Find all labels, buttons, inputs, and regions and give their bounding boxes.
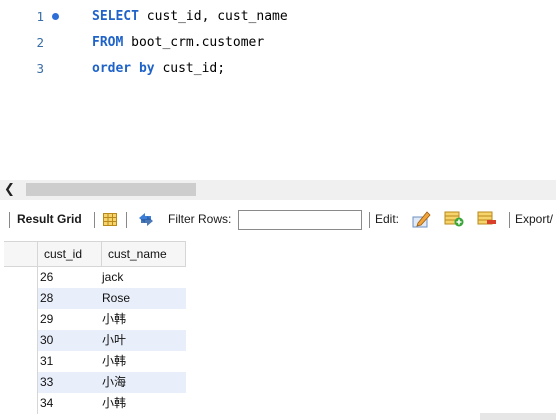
sql-keyword: SELECT [92,9,139,24]
cell-cust-name[interactable]: 小叶 [102,330,186,351]
cell-cust-id[interactable]: 26 [38,267,102,288]
filter-rows-label: Filter Rows: [168,212,232,226]
editor-line-2[interactable]: 2 FROM boot_crm.customer [0,32,556,54]
sql-text: cust_id, cust_name [138,9,288,24]
editor-line-3[interactable]: 3 order by cust_id; [0,58,556,80]
result-grid-tab[interactable]: Result Grid [17,203,82,235]
delete-row-icon[interactable] [477,211,497,227]
row-selector[interactable] [4,393,38,414]
refresh-arrows-icon[interactable] [137,212,155,227]
code-text[interactable]: FROM boot_crm.customer [92,32,264,54]
line-number: 3 [36,61,44,76]
toolbar-separator [509,212,510,228]
grid-header: cust_id cust_name [4,241,186,267]
table-row[interactable]: 26 jack [4,267,186,288]
cell-cust-id[interactable]: 34 [38,393,102,414]
row-selector[interactable] [4,309,38,330]
cell-cust-id[interactable]: 33 [38,372,102,393]
add-row-icon[interactable] [444,211,464,227]
code-text[interactable]: SELECT cust_id, cust_name [92,6,288,28]
cell-cust-id[interactable]: 28 [38,288,102,309]
grid-view-icon[interactable] [103,213,117,226]
cell-cust-id[interactable]: 31 [38,351,102,372]
line-number: 1 [36,9,44,24]
edit-label: Edit: [375,212,400,226]
grid-body: 26 jack 28 Rose 29 小韩 30 小叶 31 小韩 33 小海 [4,267,186,414]
cell-cust-name[interactable]: 小韩 [102,393,186,414]
sql-editor[interactable]: 1 SELECT cust_id, cust_name 2 FROM boot_… [0,0,556,178]
result-grid[interactable]: cust_id cust_name 26 jack 28 Rose 29 小韩 … [0,238,556,420]
cell-cust-name[interactable]: jack [102,267,186,288]
toolbar-separator [94,212,95,228]
edit-pencil-icon[interactable] [412,210,432,228]
table-row[interactable]: 29 小韩 [4,309,186,330]
cell-cust-id[interactable]: 29 [38,309,102,330]
chevron-left-icon[interactable]: ❮ [4,182,15,197]
execution-dot-icon [52,13,59,20]
row-selector[interactable] [4,330,38,351]
sql-keyword: order by [92,61,155,76]
editor-horizontal-scrollbar[interactable]: ❮ [0,180,556,200]
sql-keyword: FROM [92,35,124,50]
column-header-cust-id[interactable]: cust_id [38,242,102,266]
export-label[interactable]: Export/ [515,203,553,235]
cell-cust-name[interactable]: 小韩 [102,309,186,330]
table-row[interactable]: 30 小叶 [4,330,186,351]
row-selector[interactable] [4,372,38,393]
editor-line-1[interactable]: 1 SELECT cust_id, cust_name [0,6,556,28]
result-toolbar: Result Grid Filter Rows: Edit: Export/ [0,203,556,235]
cell-cust-id[interactable]: 30 [38,330,102,351]
table-row[interactable]: 33 小海 [4,372,186,393]
line-number: 2 [36,35,44,50]
sql-text: cust_id; [154,61,226,76]
cell-cust-name[interactable]: Rose [102,288,186,309]
filter-rows-input[interactable] [238,210,362,230]
column-header-cust-name[interactable]: cust_name [102,242,186,266]
row-selector[interactable] [4,267,38,288]
table-row[interactable]: 31 小韩 [4,351,186,372]
row-selector[interactable] [4,351,38,372]
scrollbar-thumb[interactable] [26,183,196,196]
toolbar-separator [126,212,127,228]
code-text[interactable]: order by cust_id; [92,58,225,80]
row-selector[interactable] [4,288,38,309]
table-row[interactable]: 34 小韩 [4,393,186,414]
table-row[interactable]: 28 Rose [4,288,186,309]
grid-horizontal-scrollbar[interactable] [480,413,556,420]
row-selector-header[interactable] [4,242,38,266]
toolbar-separator [369,212,370,228]
cell-cust-name[interactable]: 小韩 [102,351,186,372]
sql-text: boot_crm.customer [123,35,265,50]
toolbar-separator [9,212,10,228]
cell-cust-name[interactable]: 小海 [102,372,186,393]
